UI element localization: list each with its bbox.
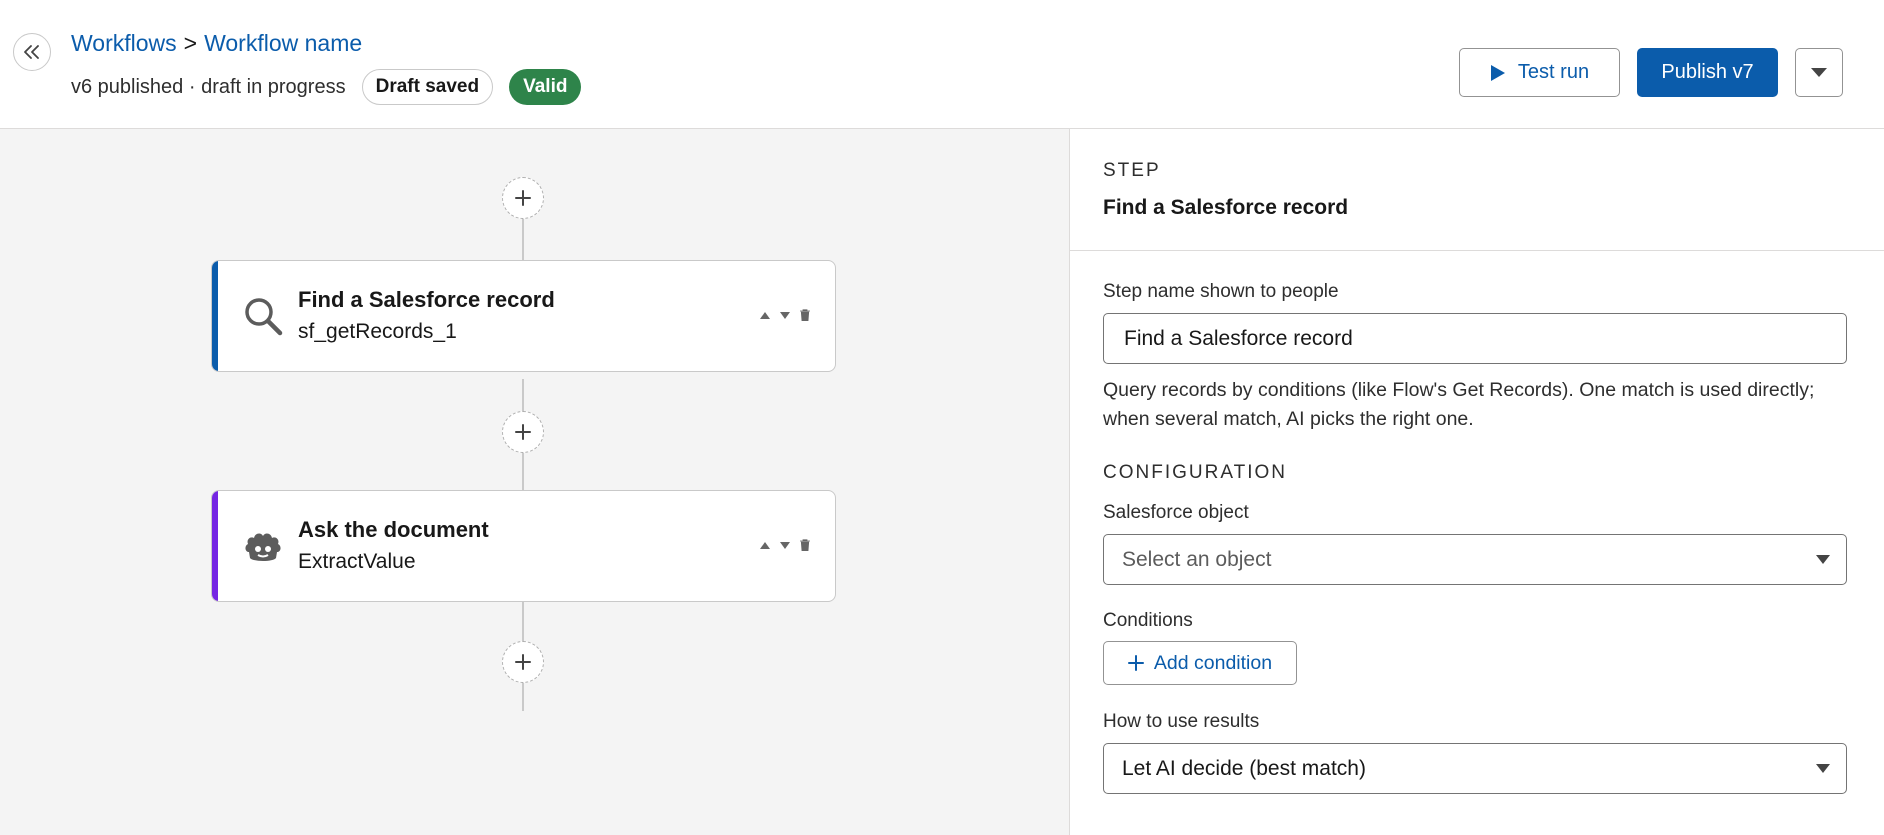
more-actions-button[interactable] [1795,48,1843,97]
panel-header: STEP Find a Salesforce record [1070,129,1884,251]
step-name-input[interactable] [1103,313,1847,364]
plus-icon [515,424,531,440]
add-condition-label: Add condition [1153,651,1273,674]
move-down-icon[interactable] [779,307,791,323]
chevron-down-icon [1816,555,1830,564]
step-title: Ask the document [298,517,489,542]
step-title: Find a Salesforce record [298,287,555,312]
step-accent-bar [212,491,218,601]
play-icon [1490,64,1505,81]
salesforce-object-label: Salesforce object [1103,502,1249,523]
step-api-name: ExtractValue [298,550,416,573]
draft-saved-badge: Draft saved [361,69,494,105]
step-help-text: Query records by conditions (like Flow's… [1103,379,1815,430]
add-condition-button[interactable]: Add condition [1103,641,1297,685]
results-mode-label: How to use results [1103,711,1260,732]
plus-icon [515,190,531,206]
panel-eyebrow: STEP [1103,160,1161,181]
results-mode-select[interactable]: Let AI decide (best match) [1103,743,1847,794]
chevron-down-icon [1816,764,1830,773]
step-controls [759,537,811,553]
configuration-heading: CONFIGURATION [1103,462,1287,483]
results-mode-value: Let AI decide (best match) [1122,756,1366,780]
double-chevron-left-icon [24,45,39,59]
salesforce-object-select[interactable]: Select an object [1103,534,1847,585]
step-accent-bar [212,261,218,371]
salesforce-object-placeholder: Select an object [1122,547,1272,571]
step-controls [759,307,811,323]
page-header: Workflows > Workflow name v6 published ·… [0,0,1884,129]
add-step-button[interactable] [502,177,544,219]
search-icon [240,293,286,339]
panel-title: Find a Salesforce record [1103,196,1349,219]
step-properties-panel: STEP Find a Salesforce record Step name … [1069,129,1884,835]
delete-icon[interactable] [799,537,811,553]
step-name-label: Step name shown to people [1103,281,1339,302]
caret-down-icon [1811,68,1827,77]
breadcrumb: Workflows > Workflow name [71,30,362,57]
plus-icon [1127,655,1144,671]
version-status-row: v6 published · draft in progress Draft s… [71,69,582,105]
breadcrumb-workflow-name-link[interactable]: Workflow name [204,30,362,57]
version-status-text: v6 published · draft in progress [71,75,346,98]
test-run-button[interactable]: Test run [1459,48,1620,97]
plus-icon [515,654,531,670]
move-down-icon[interactable] [779,537,791,553]
test-run-label: Test run [1517,61,1590,83]
step-card-ask-document[interactable]: Ask the document ExtractValue [211,490,836,602]
agent-icon [240,523,286,569]
move-up-icon[interactable] [759,537,771,553]
breadcrumb-separator: > [183,30,198,56]
conditions-label: Conditions [1103,610,1193,631]
move-up-icon[interactable] [759,307,771,323]
breadcrumb-workflows-link[interactable]: Workflows [71,30,177,57]
valid-badge: Valid [509,69,582,105]
add-step-button[interactable] [502,411,544,453]
flow-canvas[interactable]: Find a Salesforce record sf_getRecords_1… [0,129,1069,835]
collapse-button[interactable] [13,33,51,71]
delete-icon[interactable] [799,307,811,323]
add-step-button[interactable] [502,641,544,683]
publish-button[interactable]: Publish v7 [1637,48,1778,97]
step-card-find-record[interactable]: Find a Salesforce record sf_getRecords_1 [211,260,836,372]
publish-label: Publish v7 [1661,61,1754,83]
step-api-name: sf_getRecords_1 [298,320,457,343]
